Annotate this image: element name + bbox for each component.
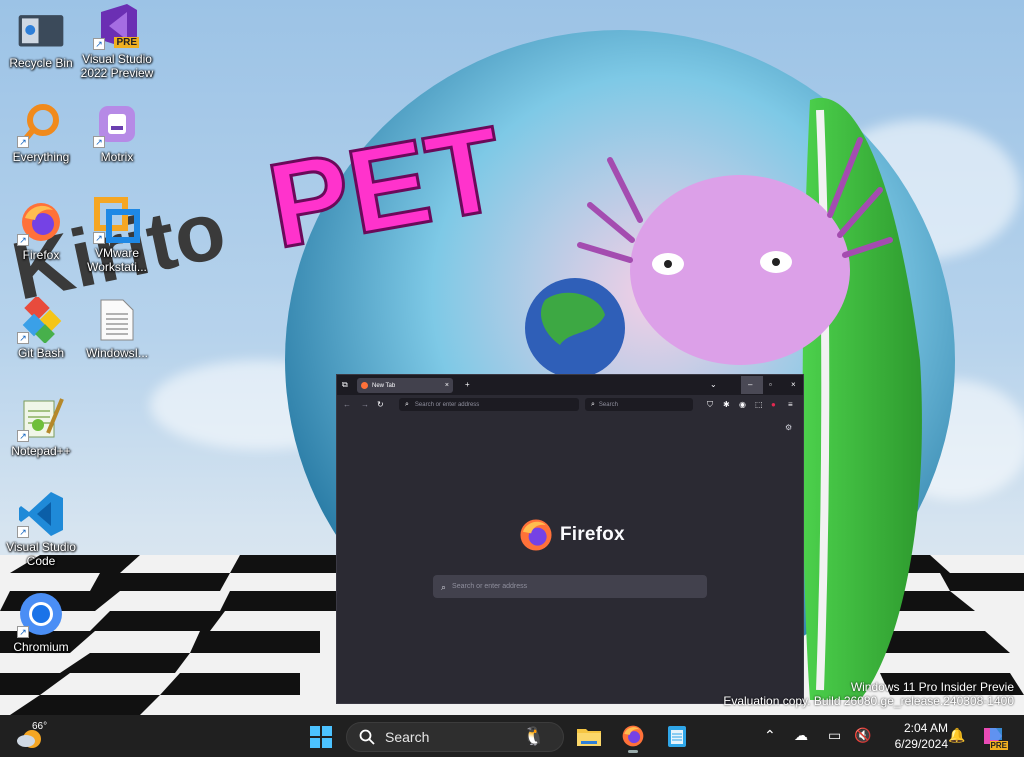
shortcut-arrow-icon: ↗	[93, 136, 105, 148]
search-icon: ⌕	[591, 400, 595, 408]
shortcut-arrow-icon: ↗	[93, 38, 105, 50]
new-tab-page: ⚙ Firefox ⌕ Search or enter address	[337, 415, 803, 703]
desktop-icon-windowsi[interactable]: WindowsI...	[76, 296, 158, 360]
desktop-icon-motrix[interactable]: ↗ Motrix	[76, 100, 158, 164]
tab-new-tab[interactable]: New Tab ×	[357, 378, 453, 393]
menu-icon[interactable]: ≡	[788, 400, 793, 410]
firefox-logo-icon	[520, 519, 552, 551]
notepad-taskbar-button[interactable]	[662, 721, 692, 751]
weather-widget[interactable]: 66°	[16, 719, 56, 753]
maximize-button[interactable]: ▫	[769, 380, 772, 390]
recycle-bin-icon	[17, 6, 65, 54]
shortcut-arrow-icon: ↗	[93, 232, 105, 244]
firefox-nav-bar: ← → ↻ ⌕ Search or enter address ⌕ Search…	[337, 395, 803, 415]
folder-icon	[577, 729, 601, 746]
tab-list-icon[interactable]: ⧉	[342, 380, 348, 390]
notification-bell-icon[interactable]: 🔔	[948, 727, 965, 744]
firefox-taskbar-button[interactable]	[618, 721, 648, 753]
pocket-icon[interactable]: ⛉	[707, 400, 713, 410]
content-search-input[interactable]: ⌕ Search or enter address	[433, 575, 707, 598]
onedrive-offline-icon[interactable]: ☁	[794, 727, 808, 744]
search-bar[interactable]: ⌕ Search	[585, 398, 693, 411]
desktop-icon-vmware-workstation[interactable]: ↗ VMware Workstati...	[76, 196, 158, 274]
search-icon: ⌕	[405, 400, 409, 408]
firefox-tab-bar: ⧉ New Tab × + ⌄ – ▫ ×	[337, 375, 803, 395]
back-button[interactable]: ←	[343, 400, 351, 410]
desktop-icon-git-bash[interactable]: ↗ Git Bash	[0, 296, 82, 360]
taskbar: 66° Search 🐧 ⌃ ☁ ▭ 🔇 2:04 AM 6/29/2024 🔔…	[0, 715, 1024, 757]
chromium-icon: ↗	[17, 590, 65, 638]
clock[interactable]: 2:04 AM 6/29/2024	[880, 719, 948, 753]
shortcut-arrow-icon: ↗	[17, 234, 29, 246]
shortcut-arrow-icon: ↗	[17, 526, 29, 538]
preview-badge: PRE	[114, 37, 139, 48]
desktop-icon-chromium[interactable]: ↗ Chromium	[0, 590, 82, 654]
close-tab-icon[interactable]: ×	[445, 382, 449, 389]
new-tab-button[interactable]: +	[465, 380, 470, 390]
forward-button[interactable]: →	[361, 400, 369, 410]
firefox-window[interactable]: ⧉ New Tab × + ⌄ – ▫ × ← → ↻ ⌕ Search or …	[336, 374, 804, 704]
address-bar[interactable]: ⌕ Search or enter address	[399, 398, 579, 411]
desktop-icon-visual-studio-code[interactable]: ↗ Visual Studio Code	[0, 490, 82, 568]
start-button[interactable]	[308, 724, 334, 750]
desktop-icon-visual-studio-2022-preview[interactable]: PRE ↗ Visual Studio 2022 Preview	[76, 2, 158, 80]
document-icon	[93, 296, 141, 344]
vscode-icon: ↗	[17, 490, 65, 538]
firefox-icon	[622, 725, 644, 747]
shortcut-arrow-icon: ↗	[17, 626, 29, 638]
record-icon[interactable]: ●	[771, 400, 776, 410]
account-icon[interactable]: ◉	[739, 400, 746, 410]
running-indicator	[628, 750, 638, 753]
minimize-icon: –	[748, 380, 753, 389]
volume-muted-icon[interactable]: 🔇	[854, 727, 871, 744]
search-highlight-icon: 🐧	[522, 726, 545, 746]
notepad-icon	[668, 726, 686, 747]
copilot-button[interactable]: PRE	[978, 722, 1008, 750]
addon-icon[interactable]: ⬚	[755, 400, 763, 410]
gear-icon[interactable]: ⚙	[785, 423, 792, 433]
firefox-favicon-icon	[361, 382, 368, 389]
network-icon[interactable]: ▭	[828, 727, 841, 744]
taskbar-search[interactable]: Search 🐧	[346, 722, 564, 752]
preview-badge: PRE	[989, 741, 1008, 750]
firefox-brand: Firefox	[518, 517, 625, 553]
extensions-icon[interactable]: ✱	[723, 400, 730, 410]
close-window-button[interactable]: ×	[791, 380, 796, 390]
motrix-icon: ↗	[93, 100, 141, 148]
shortcut-arrow-icon: ↗	[17, 332, 29, 344]
search-icon: ⌕	[441, 581, 447, 592]
git-bash-icon: ↗	[17, 296, 65, 344]
firefox-icon: ↗	[17, 198, 65, 246]
desktop-icon-everything[interactable]: ↗ Everything	[0, 100, 82, 164]
windows-logo-icon	[310, 726, 332, 748]
desktop-icon-firefox[interactable]: ↗ Firefox	[0, 198, 82, 262]
visual-studio-icon: PRE ↗	[93, 2, 141, 50]
vmware-icon: ↗	[93, 196, 141, 244]
file-explorer-button[interactable]	[574, 721, 604, 751]
chevron-up-icon[interactable]: ⌃	[764, 727, 776, 744]
windows-watermark: Windows 11 Pro Insider Previe Evaluation…	[723, 680, 1014, 708]
reload-button[interactable]: ↻	[377, 400, 384, 410]
desktop-icon-recycle-bin[interactable]: Recycle Bin	[0, 6, 82, 70]
magnifier-icon: ↗	[17, 100, 65, 148]
desktop-icon-notepad-plus-plus[interactable]: ↗ Notepad++	[0, 394, 82, 458]
notepad-plus-plus-icon: ↗	[17, 394, 65, 442]
chevron-down-icon[interactable]: ⌄	[710, 380, 717, 390]
search-icon	[359, 729, 375, 745]
shortcut-arrow-icon: ↗	[17, 136, 29, 148]
shortcut-arrow-icon: ↗	[17, 430, 29, 442]
